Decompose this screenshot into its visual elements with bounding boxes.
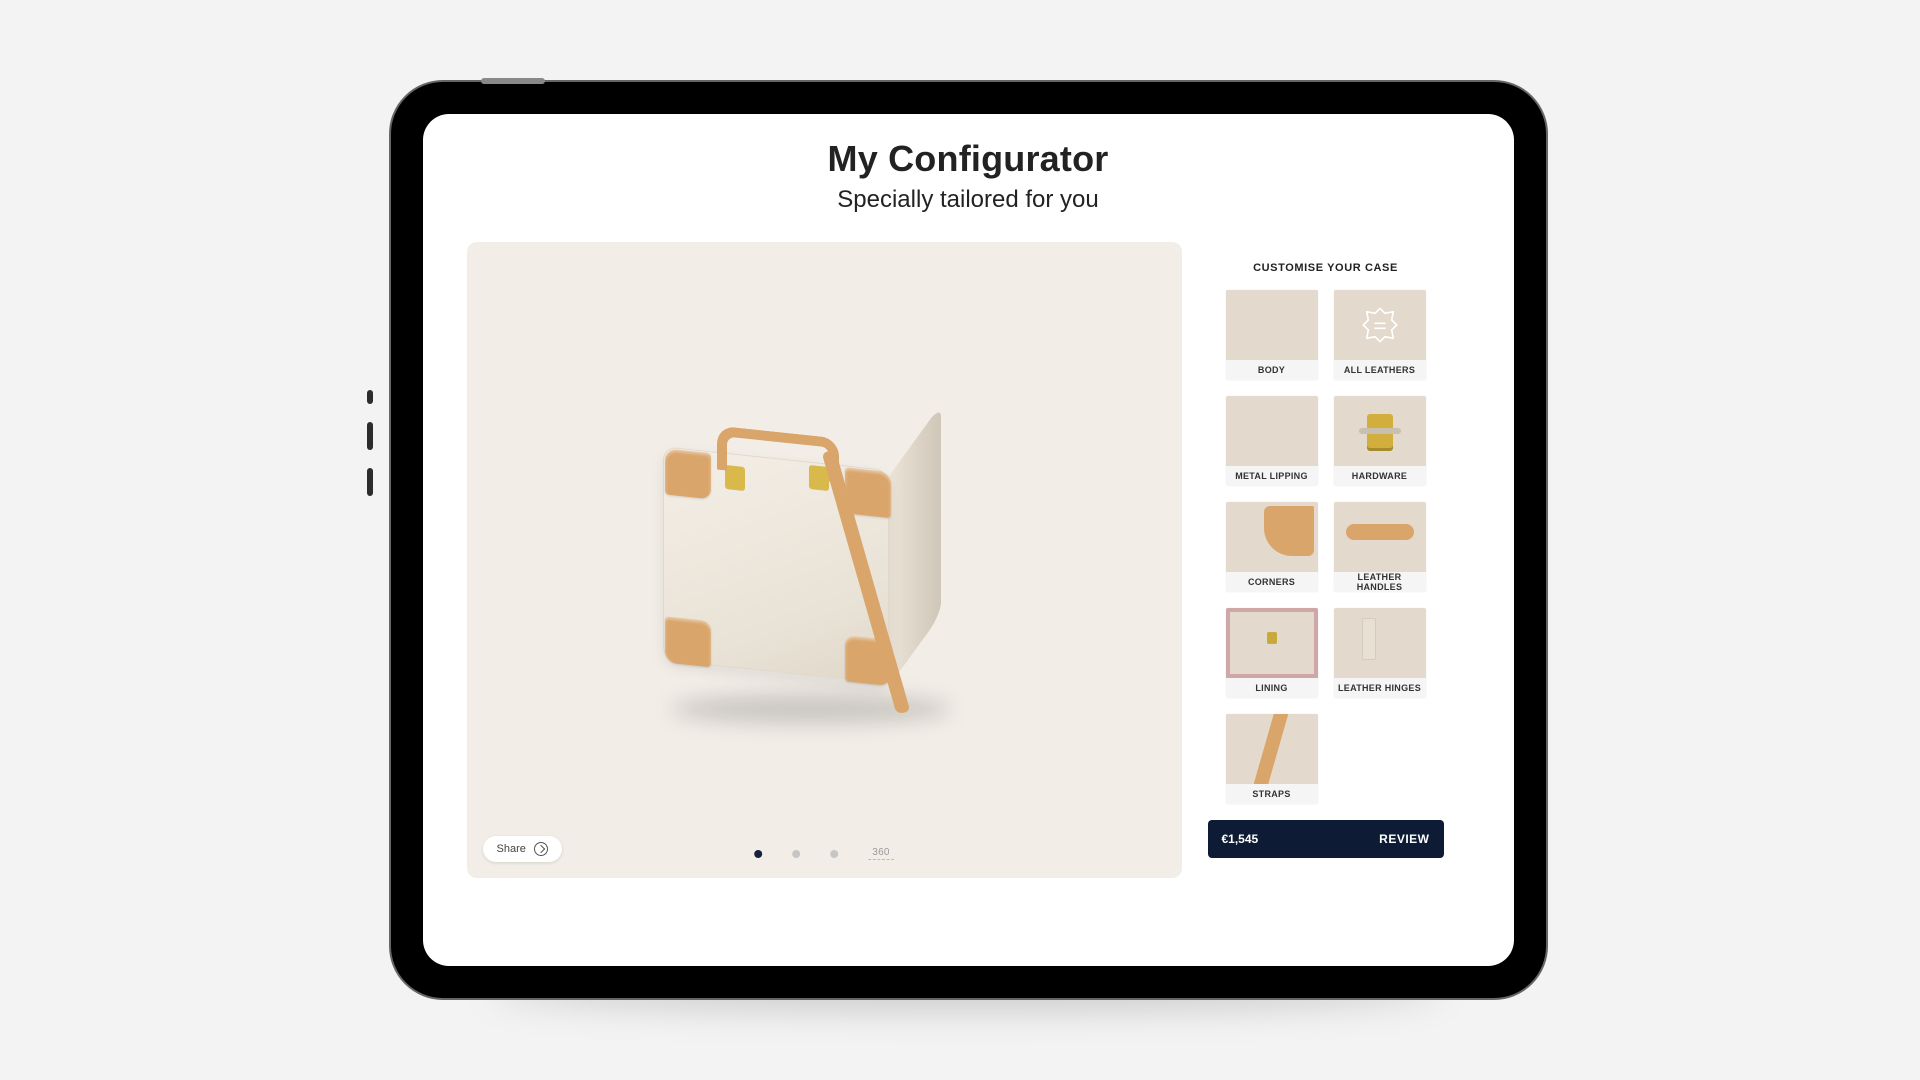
option-leather-handles-thumb bbox=[1334, 502, 1426, 572]
review-button-label: REVIEW bbox=[1379, 832, 1429, 846]
pagination-dot-3[interactable] bbox=[830, 850, 838, 858]
customise-panel: CUSTOMISE YOUR CASE BODY bbox=[1182, 242, 1470, 878]
option-hardware-label: HARDWARE bbox=[1334, 466, 1426, 486]
page-subtitle: Specially tailored for you bbox=[423, 186, 1514, 214]
option-metal-lipping[interactable]: METAL LIPPING bbox=[1226, 396, 1318, 486]
share-icon bbox=[534, 842, 548, 856]
option-lining[interactable]: LINING bbox=[1226, 608, 1318, 698]
option-corners[interactable]: CORNERS bbox=[1226, 502, 1318, 592]
option-body[interactable]: BODY bbox=[1226, 290, 1318, 380]
tablet-top-speaker bbox=[481, 78, 545, 84]
leather-hide-icon bbox=[1360, 305, 1400, 345]
customise-options-grid: BODY ALL LEATHERS bbox=[1208, 290, 1444, 804]
product-suitcase-illustration bbox=[663, 470, 963, 685]
share-label: Share bbox=[497, 843, 526, 855]
product-preview-panel[interactable]: Share 360 bbox=[467, 242, 1182, 878]
option-lining-thumb bbox=[1226, 608, 1318, 678]
option-body-label: BODY bbox=[1226, 360, 1318, 380]
option-corners-thumb bbox=[1226, 502, 1318, 572]
option-leather-handles-label: LEATHER HANDLES bbox=[1334, 572, 1426, 592]
option-metal-lipping-label: METAL LIPPING bbox=[1226, 466, 1318, 486]
tablet-frame: My Configurator Specially tailored for y… bbox=[373, 80, 1548, 1000]
option-metal-lipping-thumb bbox=[1226, 396, 1318, 466]
page-title: My Configurator bbox=[423, 138, 1514, 180]
option-straps[interactable]: STRAPS bbox=[1226, 714, 1318, 804]
option-hardware-thumb bbox=[1334, 396, 1426, 466]
option-leather-handles[interactable]: LEATHER HANDLES bbox=[1334, 502, 1426, 592]
option-straps-thumb bbox=[1226, 714, 1318, 784]
header: My Configurator Specially tailored for y… bbox=[423, 114, 1514, 228]
share-button[interactable]: Share bbox=[483, 836, 562, 862]
option-all-leathers-label: ALL LEATHERS bbox=[1334, 360, 1426, 380]
app-screen: My Configurator Specially tailored for y… bbox=[423, 114, 1514, 966]
pagination-dot-1[interactable] bbox=[754, 850, 762, 858]
view-360-button[interactable]: 360 bbox=[868, 847, 894, 860]
preview-pagination: 360 bbox=[754, 847, 894, 860]
price-value: €1,545 bbox=[1222, 832, 1259, 846]
option-all-leathers[interactable]: ALL LEATHERS bbox=[1334, 290, 1426, 380]
main-area: Share 360 CUSTOMISE YOUR CASE bbox=[423, 228, 1514, 908]
option-leather-hinges-thumb bbox=[1334, 608, 1426, 678]
option-hardware[interactable]: HARDWARE bbox=[1334, 396, 1426, 486]
option-leather-hinges[interactable]: LEATHER HINGES bbox=[1334, 608, 1426, 698]
option-leather-hinges-label: LEATHER HINGES bbox=[1334, 678, 1426, 698]
option-straps-label: STRAPS bbox=[1226, 784, 1318, 804]
option-body-thumb bbox=[1226, 290, 1318, 360]
tablet-side-buttons bbox=[367, 390, 373, 496]
option-lining-label: LINING bbox=[1226, 678, 1318, 698]
option-corners-label: CORNERS bbox=[1226, 572, 1318, 592]
review-bar[interactable]: €1,545 REVIEW bbox=[1208, 820, 1444, 858]
customise-panel-title: CUSTOMISE YOUR CASE bbox=[1208, 262, 1444, 274]
option-all-leathers-thumb bbox=[1334, 290, 1426, 360]
pagination-dot-2[interactable] bbox=[792, 850, 800, 858]
